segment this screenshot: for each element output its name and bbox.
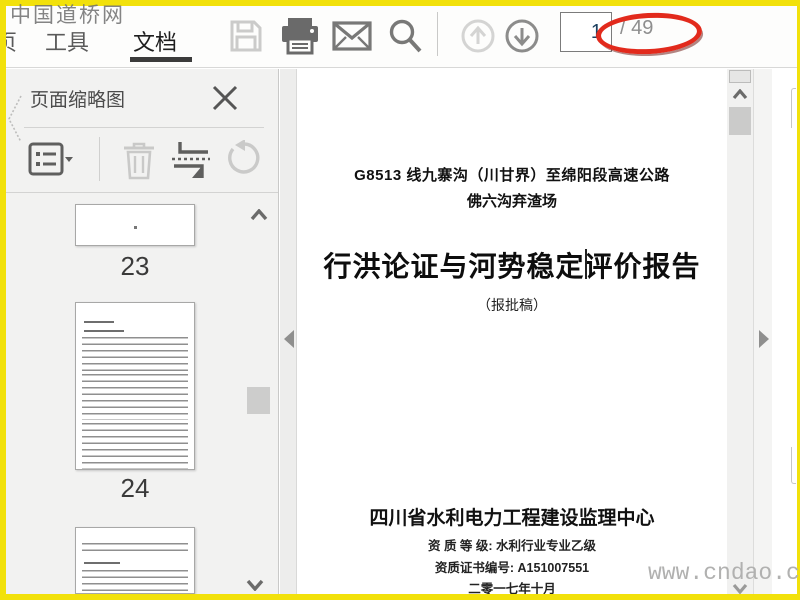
faint-bracket-top [791,88,796,128]
thumbnail-label-23: 23 [120,251,150,281]
rotate-ccw-icon [228,140,260,174]
document-page[interactable]: G8513 线九寨沟（川甘界）至绵阳段高速公路 佛六沟弃渣场 行洪论证与河势稳定… [296,69,727,596]
thumbnail-options-button[interactable] [28,139,74,181]
thumbnails-panel: 页面缩略图 23 24 [6,69,279,594]
pdf-reader-window: 页 工具 文档 1 / 49 页面缩略图 23 24 G8513 线九寨沟（川甘… [0,0,800,600]
doc-subtitle-line2: 佛六沟弃渣场 [466,193,557,210]
printer-icon [282,18,318,55]
tab-partial[interactable]: 页 [6,25,20,57]
scrollbar-top-box[interactable] [729,70,751,83]
frame-border-bottom [0,594,800,600]
toolbar-divider [437,12,438,56]
panel-divider [24,127,264,128]
right-margin [772,69,797,594]
document-scroll-up[interactable] [732,89,748,100]
document-scrollbar-thumb[interactable] [729,107,751,135]
doc-draft-note: （报批稿） [477,297,547,313]
chevron-down-icon [246,579,264,591]
doc-title: 行洪论证与河势稳定评价报告 [323,251,701,282]
tab-document[interactable]: 文档 [133,25,177,57]
circled-up-arrow-icon [461,19,495,53]
previous-page-button[interactable] [456,14,500,58]
tab-tools[interactable]: 工具 [45,25,89,57]
trash-icon [124,142,154,180]
tools-divider [99,137,100,181]
circled-down-arrow-icon [505,19,539,53]
magnifier-icon [389,19,422,53]
active-tab-underline [130,57,192,62]
doc-organization: 四川省水利电力工程建设监理中心 [369,508,655,529]
thumbnail-page-25[interactable] [75,527,195,594]
next-page-button[interactable] [500,14,544,58]
text-cursor [585,249,587,279]
thumbnail-page-24[interactable] [75,302,195,470]
close-icon [212,85,238,111]
chevron-left-outline-icon [8,95,22,143]
site-watermark-top: 中国道桥网 [10,3,125,27]
collapse-panel-handle[interactable] [6,94,24,144]
frame-border-left [0,0,6,600]
close-panel-button[interactable] [208,83,242,113]
crop-split-icon [172,142,210,178]
doc-qualification: 资 质 等 级: 水利行业专业乙级 [427,539,597,553]
print-button[interactable] [278,14,322,58]
envelope-icon [332,21,372,51]
thumbnail-page-23[interactable] [75,204,195,246]
chevron-up-icon [732,89,748,100]
save-button[interactable] [224,14,268,58]
faint-bracket-bottom [791,447,796,484]
search-button[interactable] [383,14,427,58]
floppy-disk-icon [230,20,262,52]
list-options-icon [28,142,73,176]
split-page-button[interactable] [168,139,214,181]
panel-divider-2 [6,192,278,193]
doc-subtitle-line1: G8513 线九寨沟（川甘界）至绵阳段高速公路 [354,167,670,184]
chevron-up-icon [250,209,268,221]
sidebar-scroll-up[interactable] [250,209,268,221]
document-scrollbar [727,69,753,594]
email-button[interactable] [330,14,374,58]
delete-page-button[interactable] [116,139,162,181]
sidebar-scroll-down[interactable] [246,579,264,591]
rotate-page-button[interactable] [220,139,266,181]
expand-right-arrow[interactable] [759,330,769,348]
panel-title: 页面缩略图 [30,90,126,111]
thumbnail-pagenum-dot [134,226,137,229]
collapse-left-arrow[interactable] [284,330,294,348]
sidebar-scrollbar-thumb[interactable] [247,387,270,414]
site-watermark-bottom: www.cndao.com [648,560,800,586]
thumbnail-label-24: 24 [120,473,150,503]
